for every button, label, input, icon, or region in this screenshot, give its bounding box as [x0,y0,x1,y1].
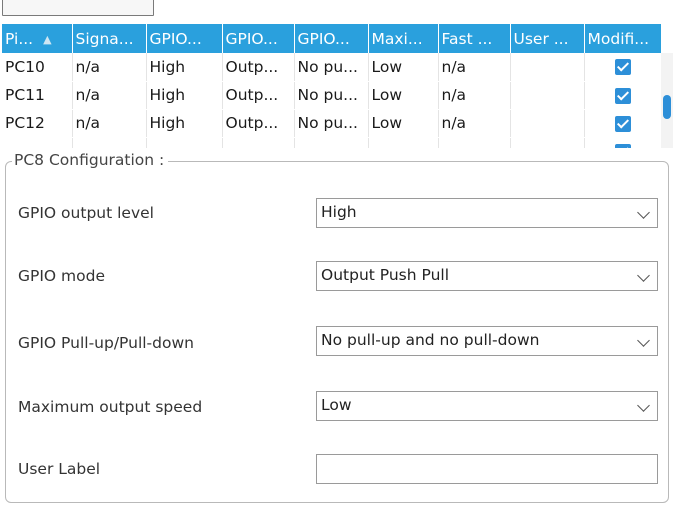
cell-modified[interactable] [584,109,662,138]
cell-mode: Outp... [222,109,295,138]
cell-speed: Low [368,109,439,138]
table-row[interactable]: PC11 n/a High Outp... No pu... Low n/a [2,81,662,110]
checkbox-checked-icon[interactable] [615,143,631,148]
chevron-down-icon[interactable] [637,206,650,219]
column-header-mode[interactable]: GPIO... [222,24,295,53]
table-row[interactable] [2,137,662,148]
column-header-user-label[interactable]: User ... [510,24,585,53]
cell-signal: n/a [72,109,147,138]
cell-user-label [510,81,585,110]
cell-fast-mode [438,137,511,148]
gpio-mode-label: GPIO mode [18,267,106,285]
cell-pull: No pu... [294,53,369,82]
column-header-signal[interactable]: Signa... [72,24,147,53]
chevron-down-icon[interactable] [637,399,650,412]
cell-user-label [510,137,585,148]
cell-fast-mode: n/a [438,53,511,82]
top-button[interactable] [2,0,154,16]
cell-modified[interactable] [584,137,662,148]
cell-mode [222,137,295,148]
column-header-speed[interactable]: Maxi... [368,24,439,53]
chevron-down-icon[interactable] [637,334,650,347]
user-label-label: User Label [18,460,101,478]
cell-signal: n/a [72,53,147,82]
column-header-output-level[interactable]: GPIO... [146,24,223,53]
max-speed-select[interactable]: Low [316,391,658,421]
cell-output-level [146,137,223,148]
cell-pin [2,137,73,148]
cell-speed: Low [368,53,439,82]
table-header-row: Pi... ▲ Signa... GPIO... GPIO... GPIO... … [2,24,662,53]
cell-output-level: High [146,81,223,110]
cell-output-level: High [146,53,223,82]
checkbox-checked-icon[interactable] [615,59,631,76]
sort-arrow-icon: ▲ [43,32,52,46]
output-level-value: High [321,203,357,221]
cell-fast-mode: n/a [438,81,511,110]
cell-pull: No pu... [294,109,369,138]
configuration-title: PC8 Configuration : [12,151,169,169]
table-row[interactable]: PC10 n/a High Outp... No pu... Low n/a [2,53,662,82]
cell-pin: PC10 [2,53,73,82]
pull-up-down-value: No pull-up and no pull-down [321,331,540,349]
max-speed-value: Low [321,396,352,414]
pin-table: Pi... ▲ Signa... GPIO... GPIO... GPIO... … [2,24,673,148]
cell-fast-mode: n/a [438,109,511,138]
column-header-fast-mode[interactable]: Fast ... [438,24,511,53]
output-level-select[interactable]: High [316,198,658,228]
cell-output-level: High [146,109,223,138]
gpio-mode-select[interactable]: Output Push Pull [316,261,658,291]
column-header-pin[interactable]: Pi... ▲ [2,24,73,53]
column-header-pull[interactable]: GPIO... [294,24,369,53]
cell-modified[interactable] [584,53,662,82]
cell-speed [368,137,439,148]
cell-pin: PC11 [2,81,73,110]
max-speed-label: Maximum output speed [18,398,203,416]
table-row[interactable]: PC12 n/a High Outp... No pu... Low n/a [2,109,662,138]
cell-pull: No pu... [294,81,369,110]
cell-mode: Outp... [222,81,295,110]
pull-up-down-label: GPIO Pull-up/Pull-down [18,334,194,352]
checkbox-checked-icon[interactable] [615,87,631,104]
gpio-mode-value: Output Push Pull [321,266,450,284]
cell-pin: PC12 [2,109,73,138]
cell-modified[interactable] [584,81,662,110]
cell-speed: Low [368,81,439,110]
cell-mode: Outp... [222,53,295,82]
table-scrollbar[interactable] [661,53,673,148]
cell-user-label [510,109,585,138]
column-header-modified[interactable]: Modifi... [584,24,662,53]
cell-user-label [510,53,585,82]
scrollbar-thumb[interactable] [663,95,671,119]
cell-signal [72,137,147,148]
checkbox-checked-icon[interactable] [615,115,631,132]
chevron-down-icon[interactable] [637,269,650,282]
user-label-input[interactable] [316,454,658,484]
cell-pull [294,137,369,148]
pull-up-down-select[interactable]: No pull-up and no pull-down [316,326,658,356]
output-level-label: GPIO output level [18,204,154,222]
cell-signal: n/a [72,81,147,110]
